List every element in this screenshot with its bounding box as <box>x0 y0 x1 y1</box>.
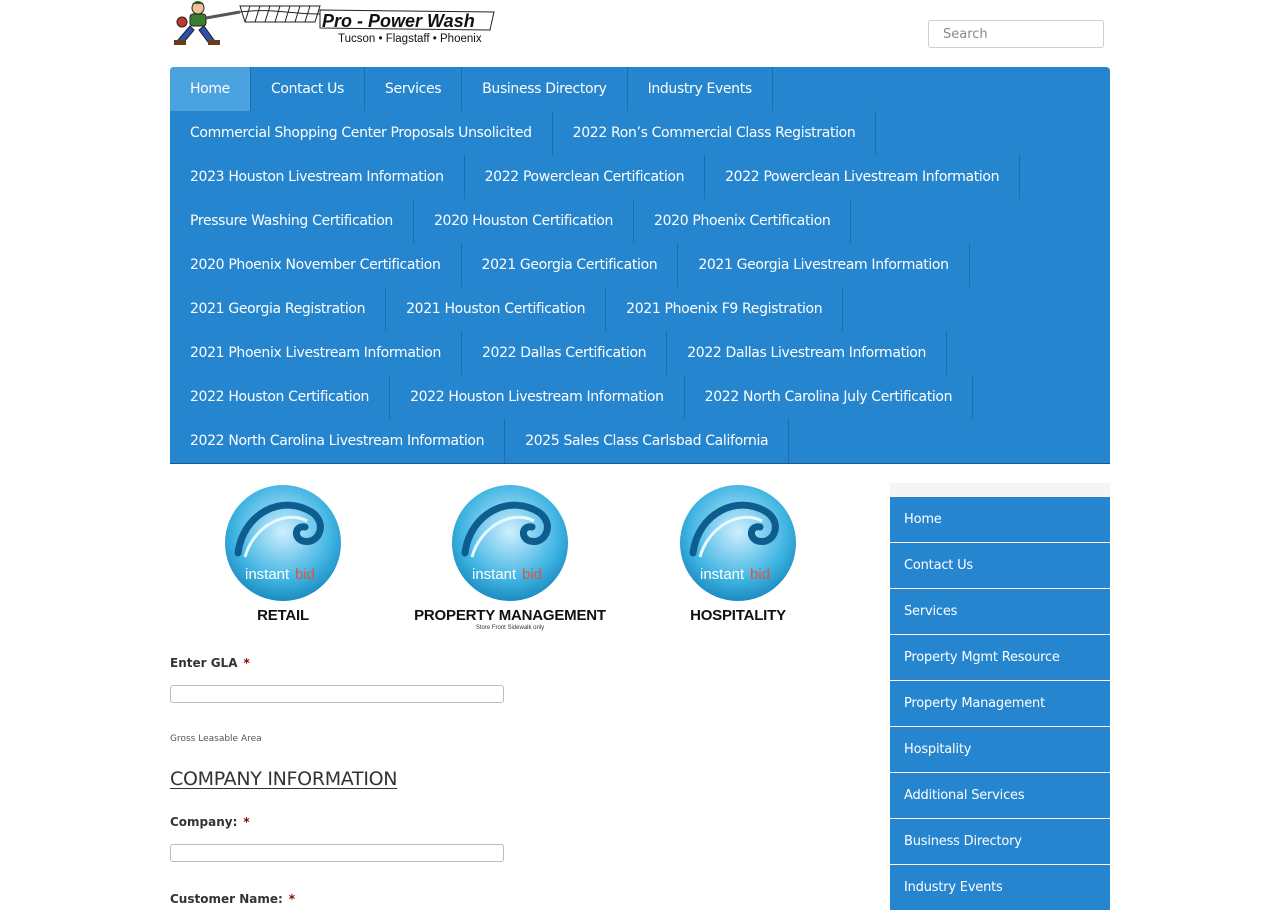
nav-item-2022-houston-certification[interactable]: 2022 Houston Certification <box>170 375 391 419</box>
nav-item-2025-sales-class-carlsbad-california[interactable]: 2025 Sales Class Carlsbad California <box>505 419 790 463</box>
nav-row: Home Contact Us Services Business Directory… <box>170 67 1110 111</box>
retail-bid-link[interactable]: instant bid RETAIL <box>163 483 403 633</box>
brand-instant: instant <box>472 566 517 583</box>
nav-item-2021-houston-certification[interactable]: 2021 Houston Certification <box>386 287 607 331</box>
required-marker: * <box>243 656 250 670</box>
customer-name-field-label: Customer Name: * <box>170 892 295 906</box>
customer-name-label-text: Customer Name: <box>170 892 283 906</box>
required-marker: * <box>243 815 250 829</box>
sidebar-menu: Home Contact Us Services Property Mgmt Reso… <box>890 483 1110 911</box>
nav-item-services[interactable]: Services <box>365 67 463 111</box>
hospitality-bid-link[interactable]: instant bid HOSPITALITY <box>618 483 858 633</box>
nav-item-2022-powerclean-certification[interactable]: 2022 Powerclean Certification <box>465 155 706 199</box>
company-label-text: Company: <box>170 815 238 829</box>
logo-subtitle: Tucson • Flagstaff • Phoenix <box>338 33 482 45</box>
nav-item-2022-dallas-certification[interactable]: 2022 Dallas Certification <box>462 331 668 375</box>
company-field-label: Company: * <box>170 815 250 829</box>
nav-item-contact-us[interactable]: Contact Us <box>251 67 365 111</box>
sidebar-item-hospitality[interactable]: Hospitality <box>890 727 1110 772</box>
nav-item-2020-phoenix-november-certification[interactable]: 2020 Phoenix November Certification <box>170 243 462 287</box>
property-management-bid-link[interactable]: instant bid PROPERTY MANAGEMENT Store Fr… <box>390 483 630 633</box>
instantbid-wave-icon: instant bid <box>225 485 341 601</box>
nav-item-2023-houston-livestream-information[interactable]: 2023 Houston Livestream Information <box>170 155 465 199</box>
nav-row: 2022 North Carolina Livestream Informati… <box>170 419 1110 463</box>
nav-item-2022-houston-livestream-information[interactable]: 2022 Houston Livestream Information <box>390 375 685 419</box>
brand-bid: bid <box>522 566 542 583</box>
nav-row: 2022 Houston Certification 2022 Houston L… <box>170 375 1110 419</box>
nav-row: 2023 Houston Livestream Information 2022 … <box>170 155 1110 199</box>
sidebar-item-industry-events[interactable]: Industry Events <box>890 865 1110 910</box>
sidebar-item-home[interactable]: Home <box>890 497 1110 542</box>
nav-item-2022-north-carolina-july-certification[interactable]: 2022 North Carolina July Certification <box>685 375 974 419</box>
sidebar-item-property-mgmt-resource[interactable]: Property Mgmt Resource <box>890 635 1110 680</box>
nav-item-2021-georgia-livestream-information[interactable]: 2021 Georgia Livestream Information <box>678 243 970 287</box>
logo-title: Pro - Power Wash <box>322 11 475 31</box>
nav-item-2022-powerclean-livestream-information[interactable]: 2022 Powerclean Livestream Information <box>705 155 1021 199</box>
main-navigation: Home Contact Us Services Business Directory… <box>170 67 1110 464</box>
hospitality-label: HOSPITALITY <box>690 607 786 624</box>
gla-input[interactable] <box>170 685 504 703</box>
required-marker: * <box>288 892 296 906</box>
nav-item-2020-houston-certification[interactable]: 2020 Houston Certification <box>414 199 635 243</box>
sidebar-header <box>890 483 1110 497</box>
retail-label: RETAIL <box>257 607 309 624</box>
pressure-washer-figure-icon <box>174 1 321 45</box>
sidebar-list: Home Contact Us Services Property Mgmt Reso… <box>890 497 1110 910</box>
brand-instant: instant <box>245 566 290 583</box>
nav-item-2021-georgia-registration[interactable]: 2021 Georgia Registration <box>170 287 387 331</box>
nav-row: Commercial Shopping Center Proposals Uns… <box>170 111 1110 155</box>
site-logo[interactable]: Pro - Power Wash Tucson • Flagstaff • Ph… <box>170 0 496 48</box>
nav-item-2021-phoenix-f9-registration[interactable]: 2021 Phoenix F9 Registration <box>606 287 844 331</box>
sidebar-item-property-management[interactable]: Property Management <box>890 681 1110 726</box>
nav-item-2020-phoenix-certification[interactable]: 2020 Phoenix Certification <box>634 199 852 243</box>
company-information-heading: COMPANY INFORMATION <box>170 768 398 790</box>
company-input[interactable] <box>170 844 504 862</box>
nav-item-2022-north-carolina-livestream-information[interactable]: 2022 North Carolina Livestream Informati… <box>170 419 506 463</box>
nav-item-home[interactable]: Home <box>170 67 251 111</box>
brand-bid: bid <box>750 566 770 583</box>
nav-item-industry-events[interactable]: Industry Events <box>628 67 773 111</box>
nav-item-2022-dallas-livestream-information[interactable]: 2022 Dallas Livestream Information <box>667 331 947 375</box>
nav-item-2021-phoenix-livestream-information[interactable]: 2021 Phoenix Livestream Information <box>170 331 462 375</box>
sidebar-item-contact-us[interactable]: Contact Us <box>890 543 1110 588</box>
nav-item-2021-georgia-certification[interactable]: 2021 Georgia Certification <box>462 243 679 287</box>
instantbid-wave-icon: instant bid <box>452 485 568 601</box>
gla-field-label: Enter GLA * <box>170 656 250 670</box>
nav-row: 2021 Phoenix Livestream Information 2022 … <box>170 331 1110 375</box>
property-management-label: PROPERTY MANAGEMENT <box>414 607 606 624</box>
property-management-note: Store Front Sidewalk only <box>475 625 545 631</box>
brand-bid: bid <box>295 566 315 583</box>
sidebar-item-business-directory[interactable]: Business Directory <box>890 819 1110 864</box>
instantbid-wave-icon: instant bid <box>680 485 796 601</box>
sidebar-item-additional-services[interactable]: Additional Services <box>890 773 1110 818</box>
nav-item-pressure-washing-certification[interactable]: Pressure Washing Certification <box>170 199 414 243</box>
nav-row: Pressure Washing Certification 2020 Houst… <box>170 199 1110 243</box>
sidebar-item-services[interactable]: Services <box>890 589 1110 634</box>
search-input[interactable] <box>928 20 1104 48</box>
nav-item-commercial-shopping-center-proposals-unsolicited[interactable]: Commercial Shopping Center Proposals Uns… <box>170 111 553 155</box>
nav-row: 2021 Georgia Registration 2021 Houston Ce… <box>170 287 1110 331</box>
nav-item-business-directory[interactable]: Business Directory <box>462 67 628 111</box>
gla-help-text: Gross Leasable Area <box>170 734 262 744</box>
nav-row: 2020 Phoenix November Certification 2021 … <box>170 243 1110 287</box>
nav-item-2022-ron-s-commercial-class-registration[interactable]: 2022 Ron’s Commercial Class Registration <box>553 111 877 155</box>
gla-label-text: Enter GLA <box>170 656 238 670</box>
brand-instant: instant <box>700 566 745 583</box>
